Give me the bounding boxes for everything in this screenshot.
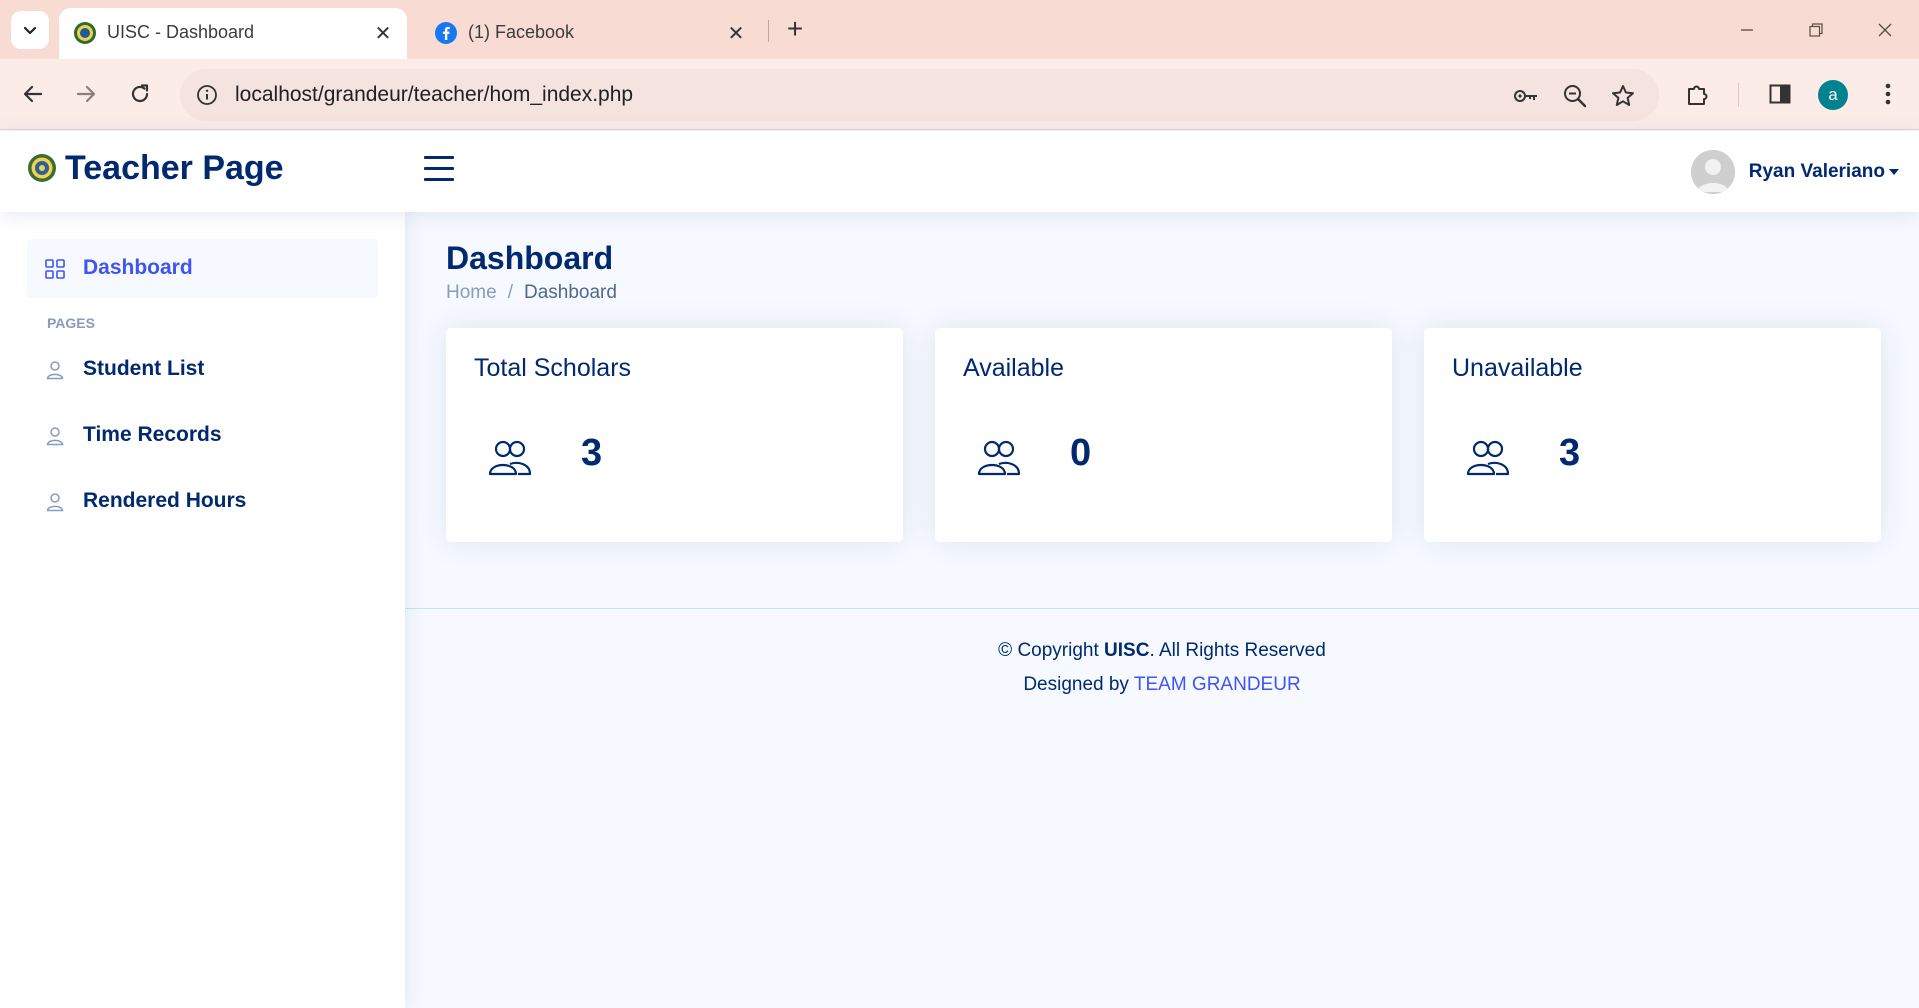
- card-title: Total Scholars: [474, 354, 632, 382]
- minimize-icon: [1741, 29, 1753, 31]
- tab-separator: [768, 20, 769, 42]
- facebook-icon: [435, 22, 457, 44]
- info-icon: [197, 85, 217, 105]
- card-title: Unavailable: [1452, 354, 1583, 382]
- people-icon: [977, 440, 1021, 476]
- close-tab-icon[interactable]: ✕: [369, 19, 397, 47]
- reload-button[interactable]: [118, 72, 162, 116]
- person-icon: [46, 493, 64, 512]
- avatar: [1690, 150, 1735, 194]
- side-panel-icon: [1769, 84, 1791, 104]
- sidebar-item-label: Dashboard: [83, 256, 193, 279]
- close-icon: [1878, 23, 1892, 37]
- close-tab-icon[interactable]: ✕: [722, 19, 750, 47]
- sidebar-heading-pages: PAGES: [47, 315, 95, 331]
- tab-title: UISC - Dashboard: [107, 22, 255, 42]
- toolbar-separator: [1738, 83, 1739, 107]
- footer-divider: [405, 608, 1919, 609]
- card-value: 0: [1070, 432, 1092, 474]
- bookmark-button[interactable]: [1608, 81, 1638, 111]
- brand-title[interactable]: Teacher Page: [65, 149, 284, 188]
- menu-icon-bar: [424, 167, 454, 170]
- breadcrumb-separator: /: [507, 282, 513, 303]
- tab-uisc-dashboard[interactable]: UISC - Dashboard ✕: [59, 8, 407, 59]
- user-profile-dropdown[interactable]: Ryan Valeriano: [1690, 149, 1899, 195]
- password-key-button[interactable]: [1511, 81, 1541, 111]
- copyright-prefix: © Copyright: [998, 640, 1105, 661]
- zoom-button[interactable]: [1560, 81, 1590, 111]
- copyright-brand: UISC: [1104, 640, 1150, 661]
- team-grandeur-link[interactable]: TEAM GRANDEUR: [1134, 674, 1301, 695]
- site-info-button[interactable]: [192, 80, 222, 110]
- new-tab-button[interactable]: +: [778, 12, 812, 46]
- more-vertical-icon: [1885, 83, 1891, 105]
- address-bar[interactable]: localhost/grandeur/teacher/hom_index.php: [180, 69, 1659, 121]
- sidebar-item-student-list[interactable]: Student List: [27, 340, 378, 399]
- people-icon: [1466, 440, 1510, 476]
- arrow-right-icon: [76, 85, 96, 103]
- uisc-logo-icon[interactable]: [27, 153, 57, 183]
- chevron-down-icon: [23, 26, 37, 35]
- breadcrumb-current: Dashboard: [523, 282, 617, 303]
- footer-credits: Designed by TEAM GRANDEUR: [405, 674, 1919, 696]
- tab-search-button[interactable]: [11, 11, 49, 49]
- sidebar-item-time-records[interactable]: Time Records: [27, 406, 378, 465]
- people-icon: [488, 440, 532, 476]
- tab-title: (1) Facebook: [468, 22, 575, 42]
- sidebar-item-label: Time Records: [83, 423, 222, 446]
- person-icon: [46, 427, 64, 446]
- card-title: Available: [963, 354, 1065, 382]
- sidebar-item-label: Rendered Hours: [83, 489, 247, 512]
- minimize-button[interactable]: [1725, 8, 1769, 52]
- card-value: 3: [581, 432, 603, 474]
- puzzle-icon: [1688, 85, 1708, 105]
- restore-button[interactable]: [1794, 8, 1838, 52]
- profile-avatar-button[interactable]: a: [1818, 80, 1848, 110]
- restore-icon: [1809, 23, 1823, 37]
- designed-prefix: Designed by: [1023, 674, 1134, 695]
- key-icon: [1514, 90, 1537, 102]
- browser-menu-button[interactable]: [1866, 72, 1910, 116]
- breadcrumb: Home / Dashboard: [446, 282, 617, 304]
- uisc-favicon-icon: [74, 22, 96, 44]
- caret-down-icon: [1889, 169, 1899, 175]
- menu-icon: [424, 156, 454, 159]
- reload-icon: [131, 84, 149, 103]
- card-value: 3: [1559, 432, 1581, 474]
- page-header: Teacher Page Ryan Valeriano: [0, 131, 1919, 212]
- forward-button[interactable]: [64, 72, 108, 116]
- toggle-sidebar-button[interactable]: [424, 156, 456, 186]
- browser-toolbar: localhost/grandeur/teacher/hom_index.php…: [0, 59, 1919, 130]
- card-total-scholars: Total Scholars 3: [446, 328, 903, 542]
- sidebar-item-dashboard[interactable]: Dashboard: [27, 239, 378, 298]
- sidebar: Dashboard PAGES Student List Time Record…: [0, 212, 405, 1008]
- sidebar-item-rendered-hours[interactable]: Rendered Hours: [27, 472, 378, 531]
- menu-icon-bar: [424, 178, 454, 181]
- card-available: Available 0: [935, 328, 1392, 542]
- arrow-left-icon: [23, 85, 43, 103]
- side-panel-button[interactable]: [1758, 72, 1802, 116]
- star-icon: [1612, 85, 1634, 106]
- footer-copyright: © Copyright UISC. All Rights Reserved: [405, 640, 1919, 662]
- user-name: Ryan Valeriano: [1748, 161, 1885, 182]
- zoom-out-icon: [1564, 85, 1587, 108]
- user-avatar-icon: [1690, 150, 1735, 194]
- extensions-button[interactable]: [1676, 72, 1720, 116]
- copyright-suffix: . All Rights Reserved: [1149, 640, 1326, 661]
- tab-facebook[interactable]: (1) Facebook ✕: [420, 8, 760, 59]
- sidebar-item-label: Student List: [83, 357, 205, 380]
- page-title: Dashboard: [446, 240, 614, 276]
- browser-tab-bar: UISC - Dashboard ✕ (1) Facebook ✕ +: [0, 0, 1919, 59]
- close-window-button[interactable]: [1863, 8, 1907, 52]
- back-button[interactable]: [11, 72, 55, 116]
- breadcrumb-home-link[interactable]: Home: [446, 282, 497, 304]
- card-unavailable: Unavailable 3: [1424, 328, 1881, 542]
- url-text: localhost/grandeur/teacher/hom_index.php: [235, 83, 634, 106]
- grid-icon: [45, 259, 65, 279]
- person-icon: [46, 361, 64, 380]
